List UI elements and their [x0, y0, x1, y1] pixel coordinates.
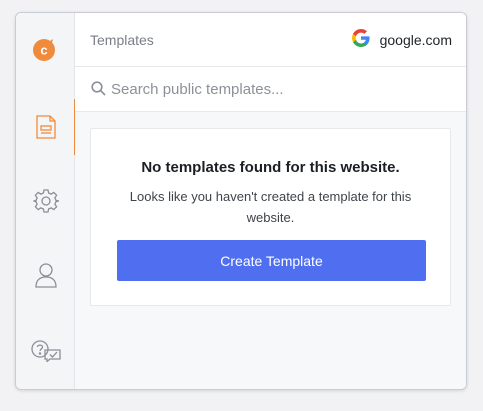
main-panel: Templates google.com Search public templ…	[75, 13, 466, 389]
search-icon	[91, 81, 106, 101]
page-title: Templates	[90, 32, 154, 48]
current-site: google.com	[351, 28, 452, 52]
empty-state-title: No templates found for this website.	[141, 159, 400, 176]
user-icon	[34, 262, 58, 288]
search-input[interactable]	[111, 78, 451, 100]
create-template-button[interactable]: Create Template	[117, 240, 426, 281]
extension-popup: c Templates google.com Search public tem…	[15, 12, 467, 390]
help-chat-icon	[30, 340, 61, 362]
sidebar: c	[16, 13, 76, 389]
sidebar-item-help[interactable]	[16, 323, 75, 379]
empty-state-card: No templates found for this website. Loo…	[90, 128, 451, 306]
brand-logo-icon[interactable]: c	[32, 38, 56, 62]
sidebar-item-account[interactable]	[16, 247, 75, 303]
empty-state-message: Looks like you haven't created a templat…	[129, 189, 412, 225]
gear-icon	[32, 188, 59, 214]
header: Templates google.com	[75, 13, 466, 67]
template-icon	[35, 114, 57, 140]
logo-letter: c	[40, 43, 47, 58]
domain-label: google.com	[379, 32, 452, 48]
search-bar	[75, 67, 466, 112]
sidebar-item-settings[interactable]	[16, 173, 75, 229]
google-icon	[351, 28, 370, 52]
sidebar-item-templates[interactable]	[16, 99, 76, 155]
